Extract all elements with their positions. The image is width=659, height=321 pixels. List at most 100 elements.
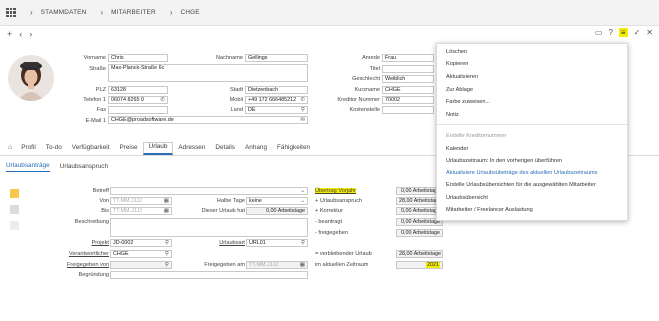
calendar-icon[interactable]: ▦: [164, 208, 169, 214]
add-button[interactable]: +: [7, 29, 12, 39]
subtab-urlaubsantraege[interactable]: Urlaubsanträge: [6, 162, 50, 172]
verantwortlicher-value: CHGE: [113, 251, 129, 257]
menu-item-farbe-zuweisen[interactable]: Farbe zuweisen...: [446, 99, 490, 105]
menu-item-loeschen[interactable]: Löschen: [446, 49, 467, 55]
verantwortlicher-field[interactable]: CHGE ⚲: [110, 250, 172, 258]
help-icon[interactable]: ?: [608, 28, 612, 37]
search-icon[interactable]: ⚲: [165, 251, 169, 257]
mail-icon[interactable]: ✉: [300, 117, 305, 123]
subtab-urlaubsanspruch[interactable]: Urlaubsanspruch: [60, 163, 108, 172]
menu-item-notiz[interactable]: Notiz: [446, 112, 459, 118]
tab-verfuegbarkeit[interactable]: Verfügbarkeit: [67, 144, 115, 155]
tab-anhang[interactable]: Anhang: [240, 144, 272, 155]
phone-icon[interactable]: ✆: [160, 97, 165, 103]
dieser-urlaub-value: 0,00 Arbeitstage: [246, 207, 308, 215]
breadcrumb-stammdaten[interactable]: STAMMDATEN: [41, 9, 87, 16]
kurzname-field[interactable]: CHGE: [382, 86, 434, 94]
von-placeholder: TT.MM.JJJJ: [113, 198, 142, 204]
status-color-box[interactable]: [10, 189, 19, 198]
tab-details[interactable]: Details: [210, 144, 240, 155]
status-color-box[interactable]: [10, 221, 19, 230]
previous-record-button[interactable]: ‹: [19, 29, 22, 39]
urlaubsart-label[interactable]: Urlaubsart: [219, 240, 245, 246]
nachname-field[interactable]: Gellings: [245, 54, 308, 62]
vorname-field[interactable]: Chris: [108, 54, 168, 62]
tab-urlaub[interactable]: Urlaub: [142, 142, 174, 155]
menu-item-zur-ablage[interactable]: Zur Ablage: [446, 87, 473, 93]
search-icon[interactable]: ⚲: [301, 240, 305, 246]
email-value: CHGE@proadsoftware.de: [111, 117, 174, 123]
uebertrag-vorjahr-label[interactable]: Übertrag Vorjahr: [315, 188, 357, 194]
search-icon[interactable]: ⚲: [165, 240, 169, 246]
top-bar: › STAMMDATEN › MITARBEITER › CHGE: [0, 0, 659, 26]
tab-profil[interactable]: Profil: [16, 144, 41, 155]
freigegeben-am-label: Freigegeben am: [204, 262, 245, 268]
stadt-field[interactable]: Dietzenbach: [245, 86, 308, 94]
phone-icon[interactable]: ✆: [300, 97, 305, 103]
menu-item-erstelle-urlaubsuebersichten[interactable]: Erstelle Urlaubsübersichten für die ausg…: [446, 182, 596, 188]
anrede-label: Anrede: [361, 55, 380, 61]
tab-adressen[interactable]: Adressen: [173, 144, 210, 155]
kreditor-label: Kreditor Nummer: [337, 97, 380, 103]
app-grid-icon[interactable]: [6, 7, 16, 18]
menu-item-kalender[interactable]: Kalender: [446, 146, 468, 152]
anrede-field[interactable]: Frau: [382, 54, 434, 62]
telefon-field[interactable]: 06074 8265 0 ✆: [108, 96, 168, 104]
next-record-button[interactable]: ›: [29, 29, 32, 39]
betreff-select[interactable]: ⌄: [110, 187, 308, 195]
menu-item-auslastung[interactable]: Mitarbeiter / Freelancer Auslastung: [446, 207, 533, 213]
email-field[interactable]: CHGE@proadsoftware.de ✉: [108, 116, 308, 124]
close-icon[interactable]: ✕: [646, 28, 653, 37]
urlaubsart-value: URL01: [249, 240, 266, 246]
strasse-field[interactable]: Max-Planck-Straße 6c: [108, 64, 308, 82]
menu-divider: [437, 124, 627, 125]
menu-item-aktualisieren[interactable]: Aktualisieren: [446, 74, 478, 80]
menu-icon[interactable]: ≡: [618, 28, 628, 37]
bis-date-field[interactable]: TT.MM.JJJJ ▦: [110, 207, 172, 215]
urlaubsart-field[interactable]: URL01 ⚲: [246, 239, 308, 247]
verbleibend-label: = verbleibender Urlaub: [315, 251, 372, 257]
halbe-tage-select[interactable]: keine ⌄: [246, 197, 308, 205]
tab-preise[interactable]: Preise: [114, 144, 142, 155]
land-field[interactable]: DE ⚲: [245, 106, 308, 114]
email-label: E-Mail 1: [85, 118, 106, 124]
beschreibung-field[interactable]: [110, 218, 308, 237]
begruendung-field[interactable]: [110, 271, 308, 279]
menu-item-kopieren[interactable]: Kopieren: [446, 61, 468, 67]
stadt-label: Stadt: [229, 87, 243, 93]
halbe-tage-label: Halbe Tage: [216, 198, 245, 204]
presentation-icon[interactable]: ▭: [595, 28, 603, 37]
projekt-field[interactable]: JD-0002 ⚲: [110, 239, 172, 247]
tab-todo[interactable]: To-do: [41, 144, 67, 155]
mobil-field[interactable]: +49 172 666485212 ✆: [245, 96, 308, 104]
land-value: DE: [248, 107, 256, 113]
fax-field[interactable]: [108, 106, 168, 114]
kostenstelle-field[interactable]: [382, 106, 434, 114]
titel-field[interactable]: [382, 65, 434, 73]
status-color-box[interactable]: [10, 205, 19, 214]
breadcrumb-mitarbeiter[interactable]: MITARBEITER: [111, 9, 156, 16]
verantwortlicher-label[interactable]: Verantwortlicher: [69, 251, 109, 257]
kurzname-label: Kurzname: [354, 87, 381, 93]
menu-item-urlaubszeitraum-ueberfuehren[interactable]: Urlaubszeitraum: In den vorherigen überf…: [446, 158, 562, 164]
von-label: Von: [99, 198, 109, 204]
home-icon[interactable]: ⌂: [8, 144, 12, 155]
von-date-field[interactable]: TT.MM.JJJJ ▦: [110, 197, 172, 205]
titel-label: Titel: [369, 66, 380, 72]
menu-item-urlaubsuebersicht[interactable]: Urlaubsübersicht: [446, 195, 488, 201]
projekt-label[interactable]: Projekt: [92, 240, 109, 246]
calendar-icon[interactable]: ▦: [164, 198, 169, 204]
plz-field[interactable]: 63128: [108, 86, 168, 94]
tab-faehigkeiten[interactable]: Fähigkeiten: [272, 144, 315, 155]
land-label: Land: [230, 107, 243, 113]
betreff-label: Betreff: [92, 188, 109, 194]
freigegeben-von-label[interactable]: Freigegeben von: [67, 262, 109, 268]
menu-item-aktualisiere-urlaubsuebertraege[interactable]: Aktualisiere Urlaubsübeträge des aktuell…: [446, 170, 597, 176]
calendar-icon: ▦: [299, 262, 305, 268]
geschlecht-field[interactable]: Weiblich: [382, 75, 434, 83]
zeitraum-label: im aktuellen Zeitraum: [315, 262, 369, 268]
check-icon[interactable]: ✓: [634, 28, 641, 37]
begruendung-label: Begründung: [78, 272, 109, 278]
kreditor-field[interactable]: 70002: [382, 96, 434, 104]
search-icon[interactable]: ⚲: [301, 107, 305, 113]
